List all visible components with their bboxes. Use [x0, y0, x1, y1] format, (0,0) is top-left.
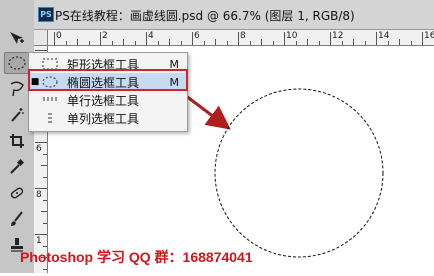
annotation-highlight-box	[28, 69, 188, 91]
ruler-minor-tick	[249, 41, 251, 45]
ruler-corner[interactable]	[34, 30, 48, 46]
menu-item-single-column-marquee[interactable]: 单列选框工具	[29, 109, 187, 127]
ruler-tick-label: 4	[148, 31, 154, 41]
ruler-major-tick	[330, 32, 331, 45]
ruler-minor-tick	[169, 39, 170, 45]
ruler-minor-tick	[157, 41, 159, 45]
ruler-major-tick	[238, 32, 239, 45]
ruler-tick-label: 14	[378, 31, 390, 41]
ruler-minor-tick	[41, 165, 47, 166]
ruler-tick-label: 10	[286, 31, 298, 41]
ruler-tick-label: 6	[36, 144, 42, 154]
ruler-minor-tick	[43, 268, 47, 270]
ruler-minor-tick	[134, 41, 136, 45]
ruler-major-tick	[100, 32, 101, 45]
ruler-minor-tick	[307, 39, 308, 45]
single-column-marquee-icon	[41, 112, 59, 124]
crop-tool-icon[interactable]	[4, 130, 30, 152]
ruler-major-tick	[376, 32, 377, 45]
brush-tool-icon[interactable]	[4, 208, 30, 230]
ruler-major-tick	[35, 50, 47, 51]
ruler-major-tick	[35, 234, 47, 235]
ruler-tick-label: 12	[332, 31, 344, 41]
menu-item-label: 单列选框工具	[67, 111, 140, 126]
photoshop-logo-icon: PS	[38, 7, 54, 22]
ruler-minor-tick	[43, 153, 47, 155]
ruler-minor-tick	[318, 41, 320, 45]
ruler-minor-tick	[65, 41, 67, 45]
ruler-tick-label: 1	[36, 236, 42, 246]
ruler-minor-tick	[410, 41, 412, 45]
ruler-minor-tick	[353, 39, 354, 45]
tools-panel	[0, 0, 35, 273]
ruler-minor-tick	[77, 39, 78, 45]
ruler-major-tick	[35, 142, 47, 143]
ruler-minor-tick	[41, 211, 47, 212]
ruler-minor-tick	[295, 41, 297, 45]
ruler-tick-label: 2	[102, 31, 108, 41]
ruler-minor-tick	[43, 199, 47, 201]
ruler-minor-tick	[88, 41, 90, 45]
ruler-major-tick	[284, 32, 285, 45]
single-row-marquee-icon	[41, 94, 59, 106]
ruler-minor-tick	[43, 222, 47, 224]
menu-item-single-row-marquee[interactable]: 单行选框工具	[29, 91, 187, 109]
lasso-tool-icon[interactable]	[4, 78, 30, 100]
menu-item-label: 单行选框工具	[67, 93, 140, 108]
ruler-major-tick	[54, 32, 55, 45]
ruler-major-tick	[422, 32, 423, 45]
horizontal-ruler[interactable]: 0 2 4 6 8 10 12 14 16	[48, 30, 434, 46]
ruler-tick-label: 8	[36, 190, 42, 200]
ruler-minor-tick	[272, 41, 274, 45]
ruler-minor-tick	[123, 39, 124, 45]
ruler-minor-tick	[399, 39, 400, 45]
ruler-major-tick	[192, 32, 193, 45]
document-tab[interactable]: PS PS在线教程：画虚线圆.psd @ 66.7% (图层 1, RGB/8)	[34, 0, 434, 30]
annotation-arrow	[185, 94, 231, 130]
dashed-circle-selection	[214, 88, 384, 258]
document-title: PS在线教程：画虚线圆.psd @ 66.7% (图层 1, RGB/8)	[55, 9, 355, 23]
ruler-tick-label: 16	[424, 31, 434, 41]
ruler-minor-tick	[364, 41, 366, 45]
ruler-minor-tick	[387, 41, 389, 45]
ruler-minor-tick	[111, 41, 113, 45]
ruler-minor-tick	[43, 176, 47, 178]
ruler-minor-tick	[203, 41, 205, 45]
eyedropper-tool-icon[interactable]	[4, 156, 30, 178]
ruler-major-tick	[146, 32, 147, 45]
ruler-tick-label: 0	[56, 31, 62, 41]
ruler-major-tick	[35, 188, 47, 189]
ellipse-marquee-tool-icon[interactable]	[4, 52, 30, 74]
ruler-minor-tick	[180, 41, 182, 45]
healing-brush-tool-icon[interactable]	[4, 182, 30, 204]
ruler-minor-tick	[215, 39, 216, 45]
ruler-minor-tick	[341, 41, 343, 45]
ruler-minor-tick	[226, 41, 228, 45]
ruler-tick-label: 6	[194, 31, 200, 41]
magic-wand-tool-icon[interactable]	[4, 104, 30, 126]
move-tool-icon[interactable]	[4, 28, 30, 50]
ruler-tick-label: 8	[240, 31, 246, 41]
qq-group-watermark: Photoshop 学习 QQ 群：168874041	[20, 249, 253, 265]
marquee-tool-flyout-menu: 矩形选框工具 M ■ 椭圆选框工具 M 单行选框工具 单列选框工具	[28, 52, 188, 132]
ruler-minor-tick	[261, 39, 262, 45]
